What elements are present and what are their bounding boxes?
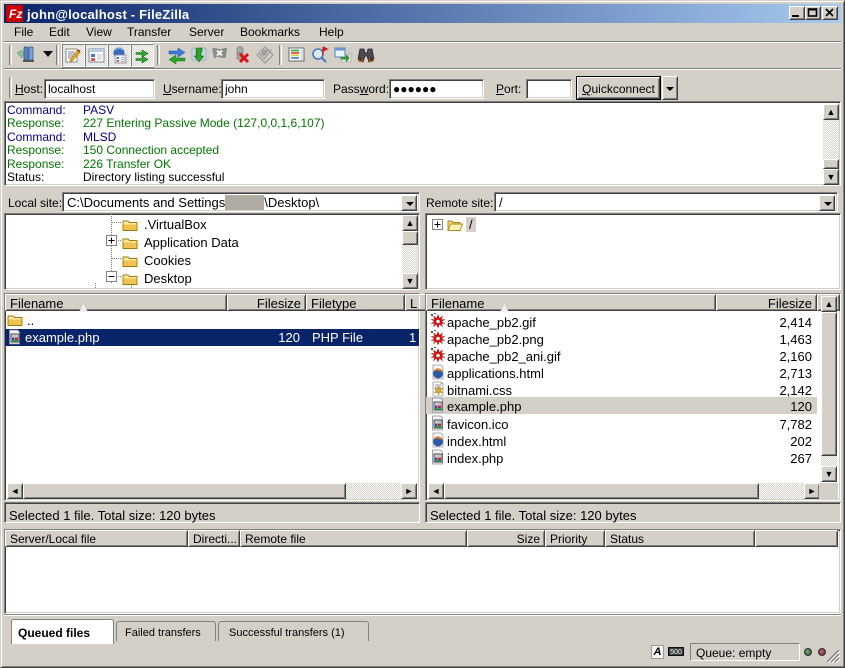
svg-text:Fz: Fz (9, 7, 22, 21)
